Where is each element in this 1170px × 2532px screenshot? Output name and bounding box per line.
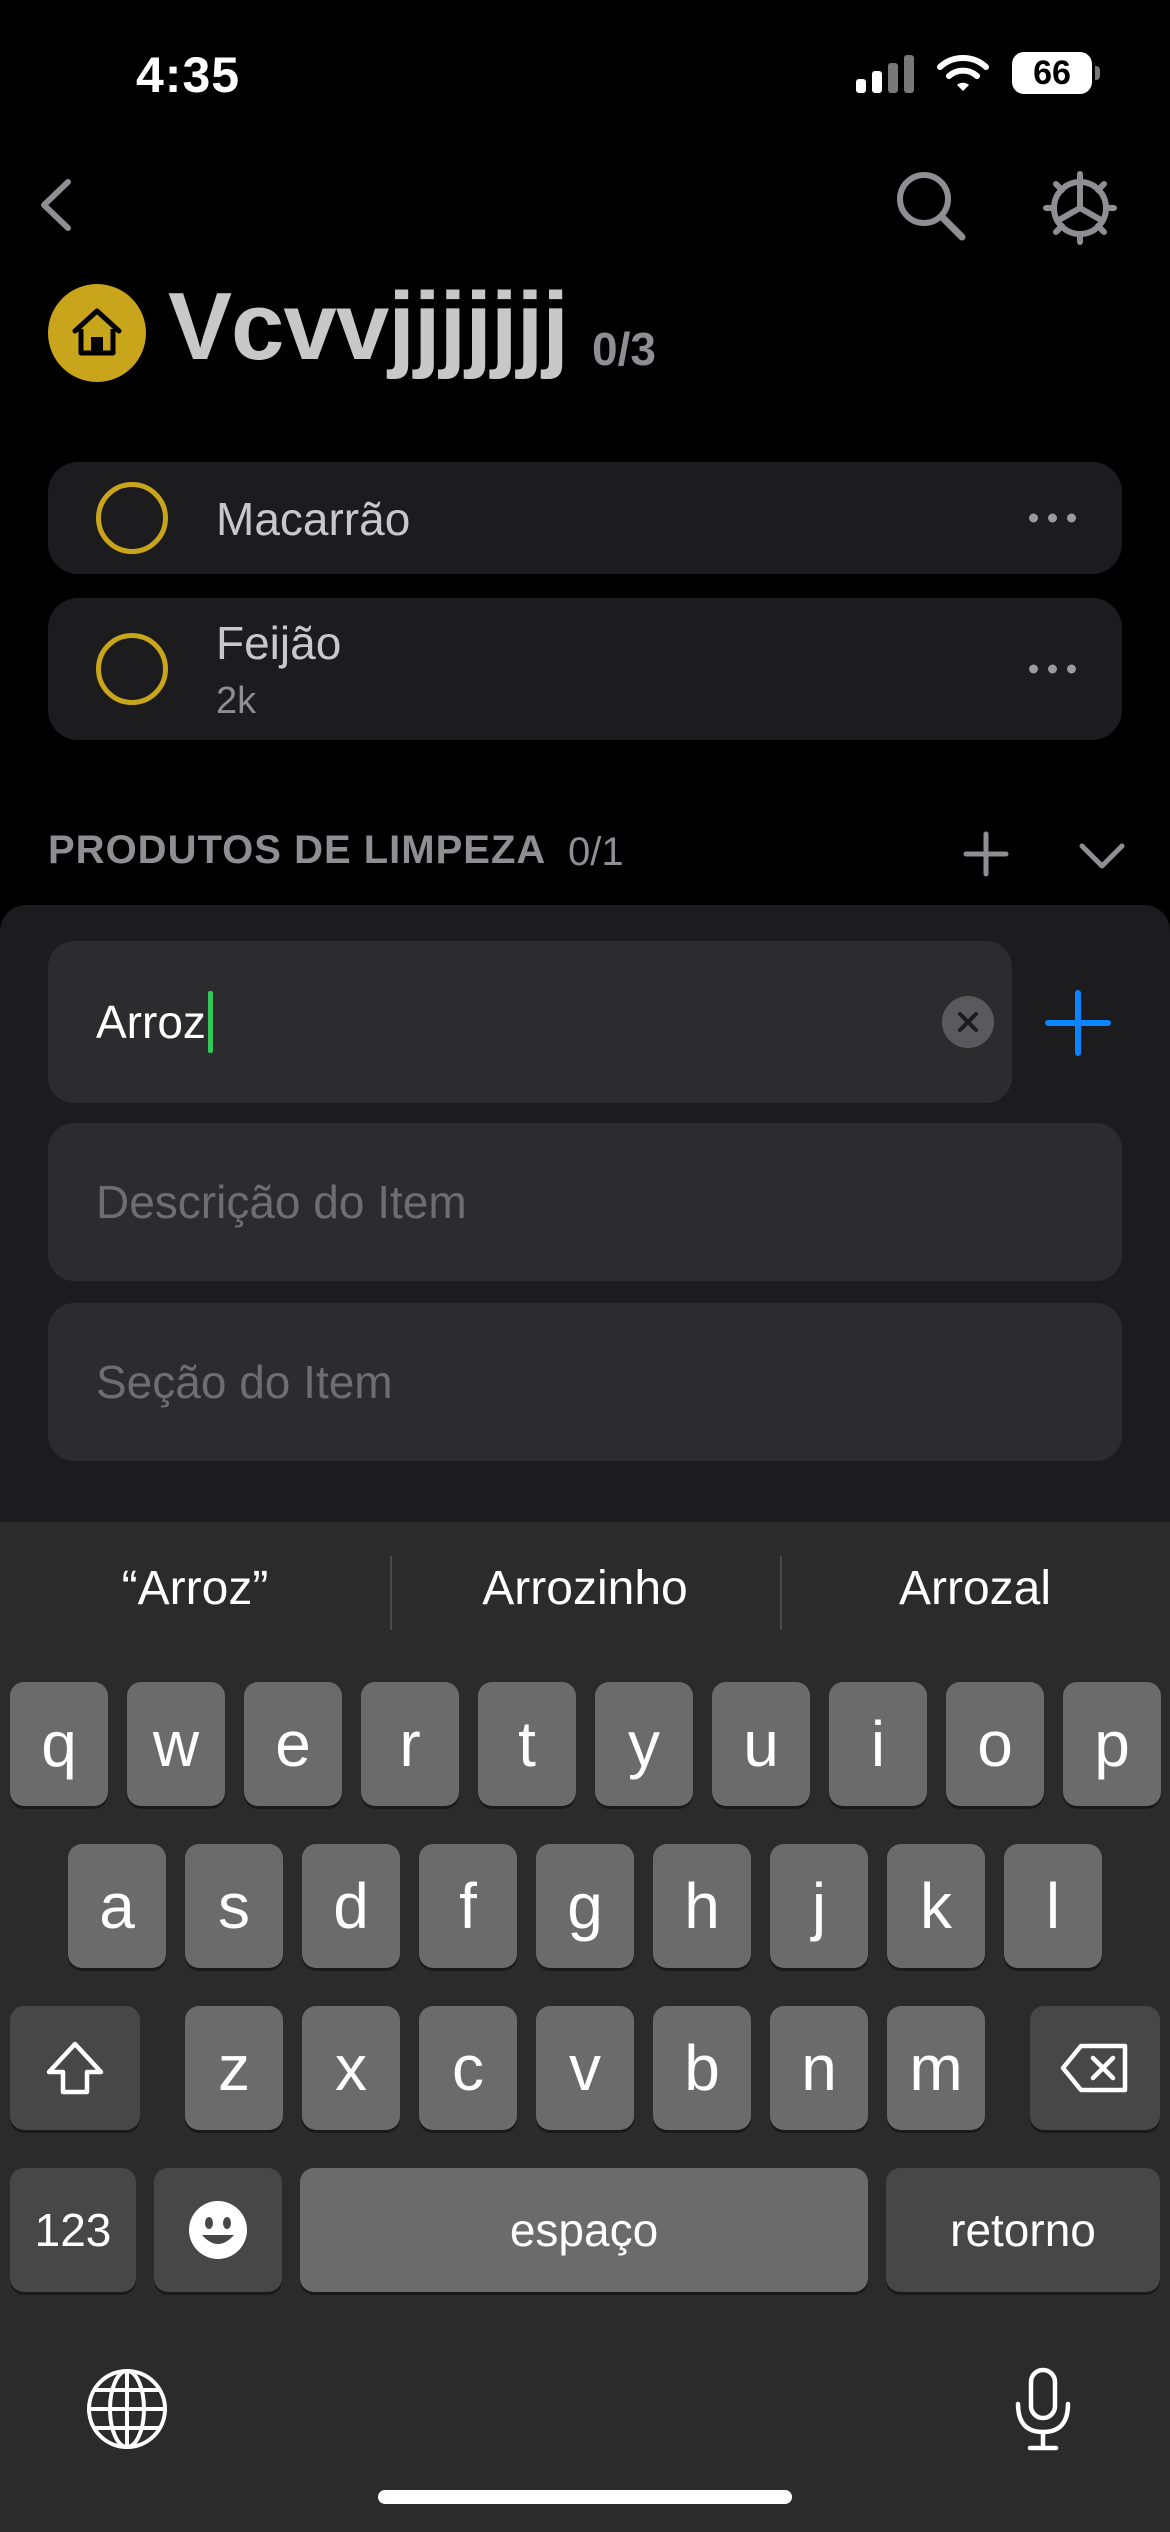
key-m[interactable]: m [887, 2006, 985, 2130]
home-indicator [378, 2490, 792, 2504]
key-u[interactable]: u [712, 1682, 810, 1806]
key-k[interactable]: k [887, 1844, 985, 1968]
suggestion[interactable]: Arrozal [780, 1540, 1170, 1636]
chevron-down-icon[interactable] [1074, 830, 1130, 880]
key-s[interactable]: s [185, 1844, 283, 1968]
home-icon [72, 308, 122, 356]
close-icon [958, 1012, 978, 1032]
cellular-signal-icon [856, 53, 914, 93]
key-r[interactable]: r [361, 1682, 459, 1806]
status-icons: 66 [856, 52, 1100, 94]
list-item[interactable]: Feijão 2k [48, 598, 1122, 740]
item-section-placeholder: Seção do Item [96, 1356, 393, 1408]
emoji-icon [189, 2201, 247, 2259]
list-progress-count: 0/3 [592, 323, 656, 375]
key-o[interactable]: o [946, 1682, 1044, 1806]
key-x[interactable]: x [302, 2006, 400, 2130]
key-l[interactable]: l [1004, 1844, 1102, 1968]
key-b[interactable]: b [653, 2006, 751, 2130]
shift-icon [46, 2041, 104, 2095]
key-a[interactable]: a [68, 1844, 166, 1968]
item-name-input[interactable]: Arroz [48, 941, 1012, 1103]
page-title: Vcvvjjjjjjj [168, 273, 569, 380]
key-e[interactable]: e [244, 1682, 342, 1806]
globe-icon[interactable] [82, 2364, 172, 2454]
item-name: Feijão [216, 617, 342, 669]
list-item[interactable]: Macarrão [48, 462, 1122, 574]
shift-key[interactable] [10, 2006, 140, 2130]
item-description-placeholder: Descrição do Item [96, 1176, 467, 1228]
backspace-icon [1060, 2043, 1128, 2093]
suggestion[interactable]: Arrozinho [390, 1540, 780, 1636]
numbers-key[interactable]: 123 [10, 2168, 136, 2292]
key-d[interactable]: d [302, 1844, 400, 1968]
backspace-key[interactable] [1030, 2006, 1160, 2130]
key-g[interactable]: g [536, 1844, 634, 1968]
key-f[interactable]: f [419, 1844, 517, 1968]
emoji-key[interactable] [154, 2168, 282, 2292]
search-icon[interactable] [890, 165, 970, 245]
item-description: 2k [216, 680, 257, 722]
key-v[interactable]: v [536, 2006, 634, 2130]
status-time: 4:35 [136, 47, 241, 103]
item-description-field[interactable]: Descrição do Item [48, 1123, 1122, 1281]
add-item-sheet: Arroz Descrição do Item Seção do Item [0, 905, 1170, 1525]
microphone-icon[interactable] [998, 2364, 1088, 2454]
keyboard: “Arroz” Arrozinho Arrozal q w e r t y u … [0, 1522, 1170, 2532]
key-c[interactable]: c [419, 2006, 517, 2130]
battery-icon: 66 [1012, 52, 1100, 94]
return-key[interactable]: retorno [886, 2168, 1160, 2292]
suggestion-bar: “Arroz” Arrozinho Arrozal [0, 1540, 1170, 1636]
key-j[interactable]: j [770, 1844, 868, 1968]
more-icon[interactable] [1029, 664, 1076, 674]
key-n[interactable]: n [770, 2006, 868, 2130]
key-z[interactable]: z [185, 2006, 283, 2130]
item-name: Macarrão [216, 493, 411, 545]
text-caret [207, 991, 213, 1053]
key-w[interactable]: w [127, 1682, 225, 1806]
item-checkbox[interactable] [96, 633, 168, 705]
section-title: PRODUTOS DE LIMPEZA [48, 828, 547, 872]
battery-level: 66 [1033, 53, 1071, 92]
wifi-icon [937, 55, 989, 91]
more-icon[interactable] [1029, 513, 1076, 523]
key-h[interactable]: h [653, 1844, 751, 1968]
clear-text-button[interactable] [942, 996, 994, 1048]
key-t[interactable]: t [478, 1682, 576, 1806]
add-item-button[interactable] [1042, 987, 1114, 1059]
gear-icon[interactable] [1040, 168, 1120, 248]
back-chevron-icon[interactable] [22, 170, 92, 240]
space-key[interactable]: espaço [300, 2168, 868, 2292]
item-checkbox[interactable] [96, 482, 168, 554]
item-section-field[interactable]: Seção do Item [48, 1303, 1122, 1461]
plus-icon[interactable] [958, 826, 1014, 882]
key-i[interactable]: i [829, 1682, 927, 1806]
section-count: 0/1 [568, 830, 624, 874]
key-p[interactable]: p [1063, 1682, 1161, 1806]
item-name-value: Arroz [96, 996, 206, 1048]
key-q[interactable]: q [10, 1682, 108, 1806]
list-icon-badge [48, 284, 146, 382]
key-y[interactable]: y [595, 1682, 693, 1806]
app-screen: 4:35 66 Vcvvjjjjjjj 0/3 Macarrão Feijão … [0, 0, 1170, 2532]
suggestion[interactable]: “Arroz” [0, 1540, 390, 1636]
